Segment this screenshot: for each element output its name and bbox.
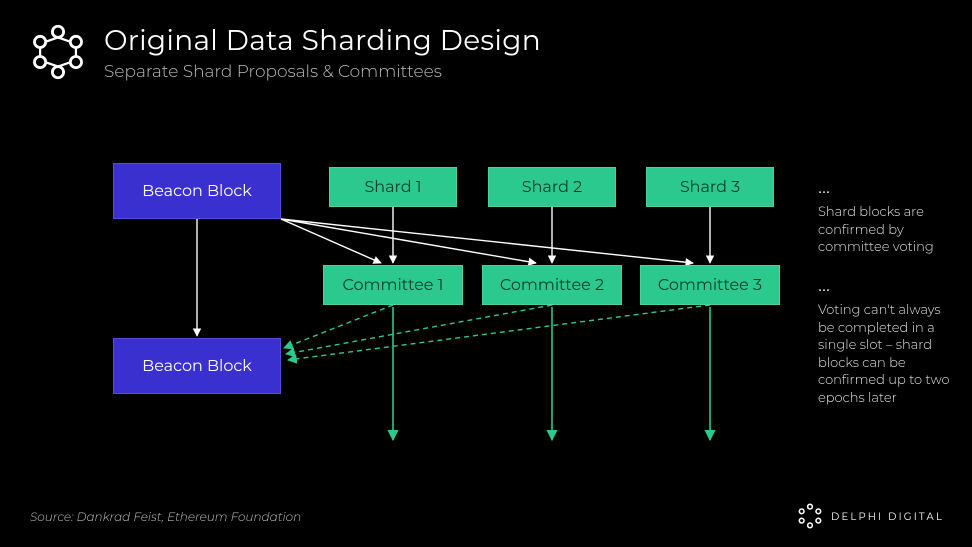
shard-3: Shard 3 [646,167,774,207]
ellipsis-mid: ... [818,273,830,297]
committee-1: Committee 1 [323,265,463,305]
beacon-block-1: Beacon Block [113,163,281,219]
committee-3: Committee 3 [640,265,780,305]
brand-footer: DELPHI DIGITAL [797,503,944,529]
delphi-logo-small-icon [797,503,823,529]
beacon-block-2: Beacon Block [113,338,281,394]
note-voting-delay: Voting can't always be completed in a si… [818,302,958,407]
brand-text: DELPHI DIGITAL [831,510,944,523]
source-attribution: Source: Dankrad Feist, Ethereum Foundati… [30,510,301,525]
committee-2: Committee 2 [482,265,622,305]
shard-2: Shard 2 [488,167,616,207]
note-committee-voting: Shard blocks are confirmed by committee … [818,204,958,257]
ellipsis-top: ... [818,175,830,199]
shard-1: Shard 1 [329,167,457,207]
diagram: Beacon Block Beacon Block Shard 1 Shard … [0,0,972,547]
